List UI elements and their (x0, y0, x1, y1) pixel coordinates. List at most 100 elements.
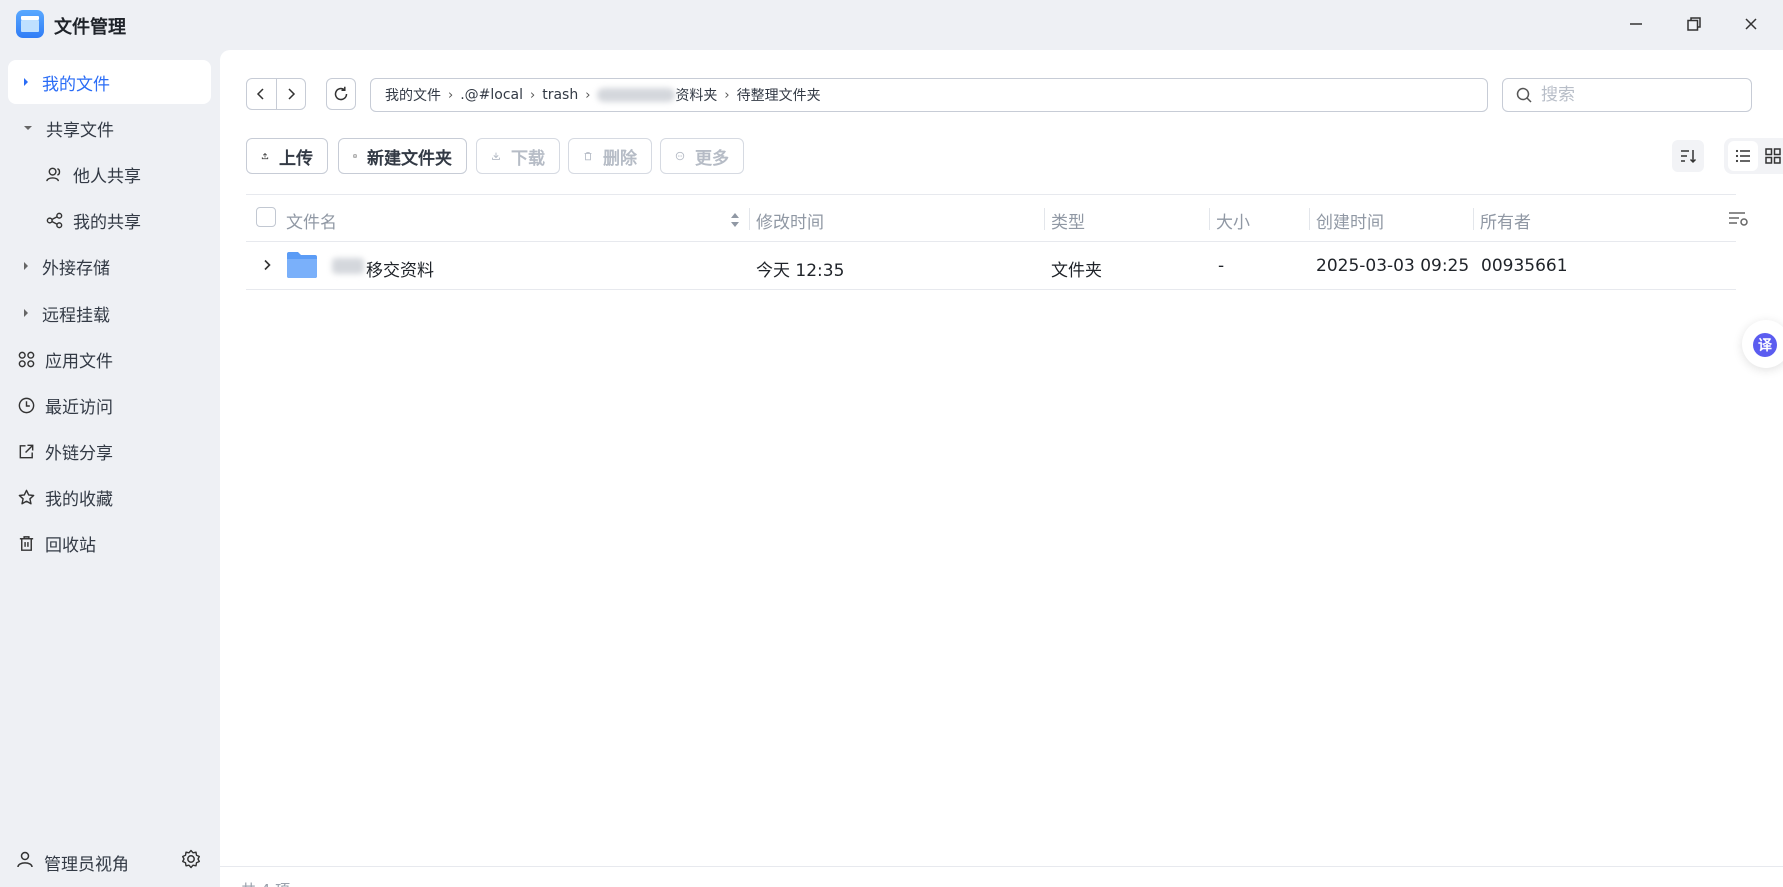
column-header-modified[interactable]: 修改时间 (756, 208, 824, 233)
sidebar-item-favorites[interactable]: 我的收藏 (8, 475, 211, 519)
more-label: 更多 (695, 148, 729, 169)
breadcrumb-item[interactable]: trash (542, 87, 578, 103)
sidebar-item-label: 远程挂载 (42, 305, 110, 326)
maximize-button[interactable] (1678, 10, 1710, 38)
gear-icon[interactable] (180, 848, 202, 870)
sidebar-footer: 管理员视角 (0, 820, 220, 887)
sidebar: 我的文件 共享文件 他人共享 我的共享 外接存储 远程挂载 应用文件 最近访问 (0, 48, 220, 887)
admin-view-label[interactable]: 管理员视角 (44, 850, 129, 875)
new-folder-button[interactable]: 新建文件夹 (338, 138, 467, 174)
restore-icon (1687, 17, 1701, 31)
download-icon (492, 152, 500, 160)
column-header-name[interactable]: 文件名 (286, 208, 337, 233)
search-icon (1516, 87, 1532, 103)
sidebar-item-label: 我的文件 (42, 74, 110, 95)
chevron-right-icon: › (585, 87, 591, 103)
close-button[interactable] (1735, 10, 1767, 38)
sidebar-item-link-share[interactable]: 外链分享 (8, 429, 211, 473)
column-header-size[interactable]: 大小 (1216, 208, 1250, 233)
table-header: 文件名 修改时间 类型 大小 创建时间 所有者 (246, 194, 1748, 242)
item-count: 共 4 项 (241, 879, 290, 887)
column-divider[interactable] (1044, 208, 1045, 230)
column-divider[interactable] (1309, 208, 1310, 230)
sidebar-item-label: 他人共享 (73, 166, 141, 187)
sidebar-item-label: 我的共享 (73, 212, 141, 233)
grid-icon (1765, 148, 1781, 164)
sidebar-item-shared-files[interactable]: 共享文件 (8, 106, 211, 150)
delete-button[interactable]: 删除 (568, 138, 652, 174)
search-input[interactable] (1541, 85, 1741, 105)
caret-right-icon (24, 78, 28, 86)
sidebar-item-shared-with-me[interactable]: 他人共享 (8, 152, 211, 196)
sidebar-item-my-shares[interactable]: 我的共享 (8, 198, 211, 242)
table-row[interactable]: 移交资料 今天 12:35 文件夹 - 2025-03-03 09:25 009… (246, 242, 1736, 290)
redacted-text (597, 88, 676, 102)
upload-icon (261, 152, 269, 160)
column-divider[interactable] (1473, 208, 1474, 230)
sidebar-item-remote-mount[interactable]: 远程挂载 (8, 291, 211, 335)
clock-icon (16, 395, 36, 415)
breadcrumb-item[interactable]: 待整理文件夹 (737, 85, 821, 105)
app-title: 文件管理 (54, 17, 126, 38)
chevron-right-icon[interactable] (260, 258, 274, 272)
owner: 00935661 (1481, 256, 1568, 276)
download-button[interactable]: 下载 (476, 138, 560, 174)
upload-label: 上传 (279, 148, 313, 169)
delete-label: 删除 (603, 148, 637, 169)
breadcrumb-item[interactable]: .@#local (460, 87, 523, 103)
file-size: - (1218, 256, 1225, 276)
translate-icon: 译 (1753, 333, 1777, 357)
created-time: 2025-03-03 09:25 (1316, 256, 1470, 276)
column-divider[interactable] (749, 208, 750, 230)
refresh-button[interactable] (326, 78, 356, 110)
sidebar-item-label: 共享文件 (46, 120, 114, 141)
sort-icon (1681, 150, 1697, 164)
sidebar-item-label: 应用文件 (45, 351, 113, 372)
folder-icon (287, 252, 317, 278)
back-button[interactable] (247, 79, 276, 109)
chevron-right-icon: › (530, 87, 536, 103)
sidebar-item-label: 最近访问 (45, 397, 113, 418)
minimize-icon (1630, 23, 1642, 25)
caret-right-icon (24, 262, 28, 270)
column-header-created[interactable]: 创建时间 (1316, 208, 1384, 233)
column-header-owner[interactable]: 所有者 (1480, 208, 1531, 233)
column-header-type[interactable]: 类型 (1051, 208, 1085, 233)
sidebar-item-label: 外链分享 (45, 443, 113, 464)
list-icon (1735, 149, 1750, 163)
grid-view-button[interactable] (1758, 141, 1783, 171)
apps-grid-icon (16, 349, 36, 369)
sidebar-item-label: 回收站 (45, 535, 96, 556)
title-bar: 文件管理 (0, 0, 1783, 48)
upload-button[interactable]: 上传 (246, 138, 328, 174)
sidebar-item-label: 我的收藏 (45, 489, 113, 510)
search-box (1502, 78, 1752, 112)
sidebar-item-recycle-bin[interactable]: 回收站 (8, 521, 211, 565)
breadcrumb-item[interactable]: 我的文件 (385, 85, 441, 105)
trash-icon (16, 533, 36, 553)
minimize-button[interactable] (1620, 10, 1652, 38)
chevron-right-icon: › (448, 87, 454, 103)
list-view-button[interactable] (1728, 141, 1758, 171)
share-icon (44, 210, 64, 230)
forward-button[interactable] (275, 79, 305, 109)
more-button[interactable]: 更多 (660, 138, 744, 174)
sidebar-item-recent[interactable]: 最近访问 (8, 383, 211, 427)
file-name[interactable]: 移交资料 (366, 256, 434, 281)
sort-arrows-icon[interactable] (729, 210, 741, 230)
user-icon (17, 851, 33, 868)
sidebar-item-external-storage[interactable]: 外接存储 (8, 244, 211, 288)
sidebar-item-my-files[interactable]: 我的文件 (8, 60, 211, 104)
sort-button[interactable] (1672, 140, 1704, 172)
select-all-checkbox[interactable] (256, 207, 276, 227)
users-icon (44, 164, 64, 184)
external-link-icon (16, 441, 36, 461)
sidebar-item-app-files[interactable]: 应用文件 (8, 337, 211, 381)
sidebar-item-label: 外接存储 (42, 258, 110, 279)
column-divider[interactable] (1209, 208, 1210, 230)
new-folder-label: 新建文件夹 (367, 148, 452, 169)
status-bar: 共 4 项 (220, 866, 1783, 887)
breadcrumb-item[interactable]: 资料夹 (675, 85, 717, 105)
translate-button[interactable]: 译 (1742, 320, 1783, 368)
column-settings-icon[interactable] (1726, 207, 1750, 231)
